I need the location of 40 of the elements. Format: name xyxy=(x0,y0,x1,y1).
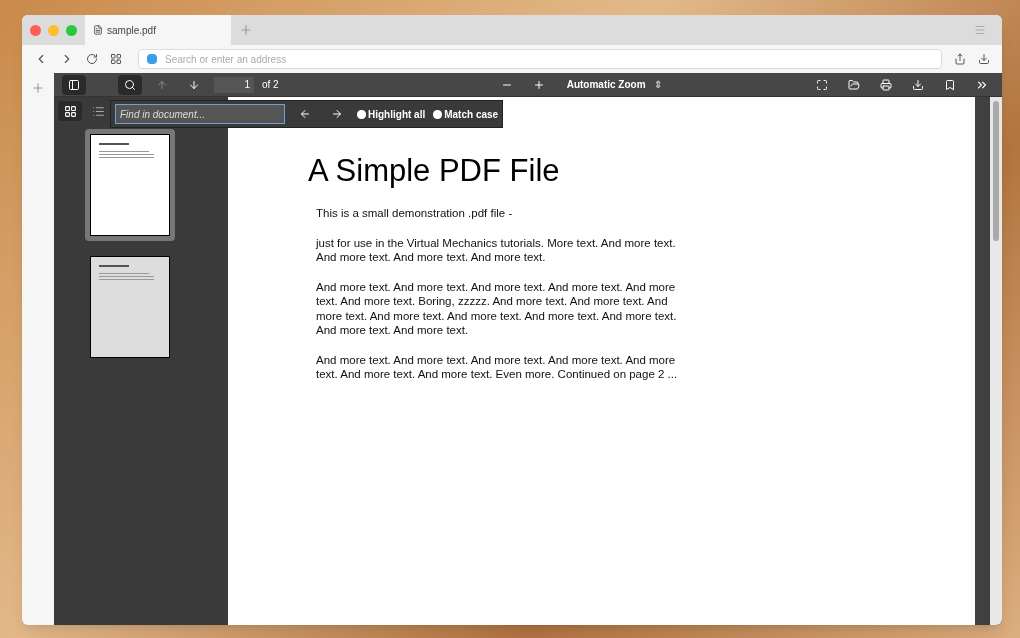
page-count: of 2 xyxy=(262,78,279,92)
option-checkbox[interactable] xyxy=(433,109,443,119)
list-icon xyxy=(91,104,105,118)
zoom-select[interactable]: Automatic Zoom ⇕ xyxy=(566,77,662,92)
plus-icon xyxy=(532,78,545,91)
page-number-field[interactable]: 1 xyxy=(214,76,254,93)
scrollbar-thumb[interactable] xyxy=(993,101,999,241)
folder-icon xyxy=(848,78,860,91)
left-arrow-icon xyxy=(299,108,311,120)
sidebar-toggle-button[interactable] xyxy=(62,74,86,95)
document-title: A Simple PDF File xyxy=(308,155,561,186)
document-paragraph: This is a small demonstration .pdf file - xyxy=(316,206,514,221)
document-icon xyxy=(93,25,103,35)
browser-tab[interactable]: sample.pdf xyxy=(85,15,231,45)
reload-icon[interactable] xyxy=(86,53,98,65)
find-field[interactable]: Find in document... xyxy=(115,104,285,124)
download-icon xyxy=(912,78,924,91)
grid-icon[interactable] xyxy=(110,53,122,65)
bookmark-icon xyxy=(944,78,956,91)
find-button[interactable] xyxy=(118,74,142,95)
option-checkbox[interactable] xyxy=(357,109,366,119)
up-arrow-icon xyxy=(156,78,168,91)
address-field[interactable]: Search or enter an address xyxy=(165,51,933,67)
document-paragraph: just for use in the Virtual Mechanics tutorials. More text. And more text. And more text. And more text. And more text. xyxy=(316,235,677,265)
printer-icon xyxy=(880,78,892,91)
search-icon xyxy=(124,78,136,91)
document-paragraph: And more text. And more text. And more text. And more text. And more text. And more text. Boring, zzzzz. And more text. And more text. And more text. And more text. And more text. And more text. And more text. And more text. And more text. xyxy=(316,279,678,338)
down-arrow-icon xyxy=(188,78,200,91)
address-bar[interactable]: Search or enter an address xyxy=(138,49,942,69)
right-arrow-icon xyxy=(331,108,343,120)
document-paragraph: And more text. And more text. And more text. And more text. And more text. And more text. And more text. Even more. Continued on page 2 ... xyxy=(316,352,679,382)
download-icon[interactable] xyxy=(978,53,990,65)
page-thumbnail[interactable] xyxy=(85,129,175,241)
expand-icon xyxy=(816,78,828,91)
option-label: Highlight all xyxy=(368,107,426,122)
option-label: Match case xyxy=(444,107,499,122)
thumbnail-view-button[interactable] xyxy=(58,101,82,121)
share-icon[interactable] xyxy=(954,53,966,65)
grid-icon xyxy=(63,104,77,118)
sidebar-icon xyxy=(68,78,80,91)
